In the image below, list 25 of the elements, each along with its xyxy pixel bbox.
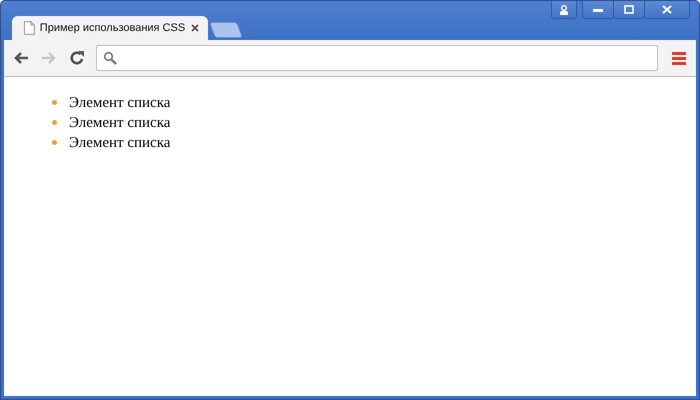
close-icon <box>662 5 672 14</box>
minimize-icon <box>593 6 603 12</box>
browser-tab[interactable]: Пример использования CSS <box>12 16 208 40</box>
page-icon <box>24 21 35 35</box>
list-item: Элемент списка <box>69 94 170 112</box>
bullet-icon <box>52 120 57 124</box>
search-icon <box>103 51 117 65</box>
tab-close-button[interactable] <box>190 23 200 33</box>
bullet-icon <box>52 100 57 104</box>
close-icon <box>191 24 200 32</box>
tab-title: Пример использования CSS <box>40 22 186 34</box>
list-item: Элемент списка <box>69 134 170 152</box>
maximize-button[interactable] <box>613 1 645 19</box>
close-button[interactable] <box>644 1 690 19</box>
minimize-button[interactable] <box>582 1 614 19</box>
new-tab-button[interactable] <box>209 22 243 38</box>
menu-icon <box>672 52 686 64</box>
list-item: Элемент списка <box>69 114 170 132</box>
maximize-icon <box>624 5 634 14</box>
profile-button[interactable] <box>551 1 577 19</box>
person-icon <box>559 4 569 14</box>
bullet-icon <box>52 140 57 144</box>
forward-arrow-icon <box>41 51 57 65</box>
back-arrow-icon <box>13 51 29 65</box>
reload-icon <box>69 50 85 66</box>
